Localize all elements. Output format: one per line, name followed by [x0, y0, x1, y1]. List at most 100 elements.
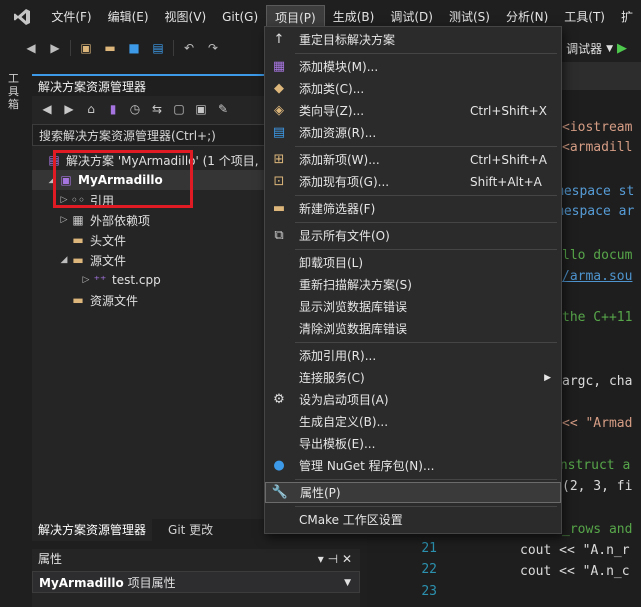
expanded-arrow-icon[interactable]: ◢: [58, 255, 70, 265]
menu-item-export-template[interactable]: 导出模板(E)...: [265, 433, 561, 454]
code-line: onstruct a: [552, 458, 631, 473]
collapsed-arrow-icon[interactable]: ▷: [58, 215, 70, 225]
forward-icon[interactable]: ▶: [46, 39, 64, 57]
menu-separator: [295, 195, 557, 196]
debugger-dropdown[interactable]: 调试器: [566, 40, 602, 57]
undo-icon[interactable]: ↶: [180, 39, 198, 57]
line-number: 22: [421, 562, 437, 577]
menu-item-show-all-files[interactable]: ⧉ 显示所有文件(O): [265, 225, 561, 246]
menu-item-add-new[interactable]: ⊞ 添加新项(W)... Ctrl+Shift+A: [265, 149, 561, 170]
add-module-icon: ▦: [272, 59, 286, 74]
collapsed-arrow-icon[interactable]: ▷: [80, 275, 92, 285]
menu-item-connected-services[interactable]: 连接服务(C) ▶: [265, 367, 561, 388]
back-icon[interactable]: ◀: [22, 39, 40, 57]
toolbox-tab[interactable]: 工具箱: [8, 72, 22, 111]
menu-item-clear-browse-errors[interactable]: 清除浏览数据库错误: [265, 318, 561, 339]
redo-icon[interactable]: ↷: [204, 39, 222, 57]
save-icon[interactable]: ■: [125, 39, 143, 57]
show-all-files-icon[interactable]: ▣: [192, 100, 210, 118]
add-resource-icon: ▤: [272, 125, 286, 140]
filter-folder-icon: ▬: [72, 293, 84, 307]
properties-object-select[interactable]: MyArmadillo 项目属性 ▼: [32, 571, 360, 593]
menu-view[interactable]: 视图(V): [157, 5, 215, 29]
properties-selected: MyArmadillo 项目属性: [39, 576, 176, 590]
code-line: <iostream: [562, 120, 633, 135]
menu-item-add-existing[interactable]: ⊡ 添加现有项(G)... Shift+Alt+A: [265, 171, 561, 192]
line-number: 23: [421, 584, 437, 599]
back-icon[interactable]: ◀: [38, 100, 56, 118]
properties-header: 属性 ▾ ⊣ ✕: [32, 549, 360, 569]
collapse-all-icon[interactable]: ▢: [170, 100, 188, 118]
menu-separator: [295, 222, 557, 223]
menu-item-add-module[interactable]: ▦ 添加模块(M)...: [265, 56, 561, 77]
menu-git[interactable]: Git(G): [214, 5, 266, 29]
toolbox-strip: 工具箱: [0, 62, 30, 607]
class-wizard-icon: ◈: [274, 103, 284, 118]
tree-label: 源文件: [90, 253, 127, 268]
properties-wrench-icon[interactable]: ✎: [214, 100, 232, 118]
code-line: << "Armad: [562, 416, 633, 431]
home-icon[interactable]: ⌂: [82, 100, 100, 118]
chevron-down-icon[interactable]: ▼: [606, 44, 613, 54]
open-folder-icon[interactable]: ▬: [101, 39, 119, 57]
code-line: (2, 3, fi: [562, 479, 633, 494]
menu-item-set-startup[interactable]: ⚙ 设为启动项目(A): [265, 389, 561, 410]
tree-label: 头文件: [90, 233, 127, 248]
shortcut-label: Shift+Alt+A: [470, 174, 542, 189]
menu-separator: [295, 146, 557, 147]
menu-file[interactable]: 文件(F): [43, 5, 99, 29]
sync-icon[interactable]: ⇆: [148, 100, 166, 118]
menu-item-retarget-solution[interactable]: ↑ 重定目标解决方案: [265, 29, 561, 50]
filter-folder-icon: ▬: [72, 233, 84, 247]
history-icon[interactable]: ◷: [126, 100, 144, 118]
window-position-icon[interactable]: ▾: [318, 552, 324, 566]
red-highlight-annotation: [53, 150, 193, 208]
visual-studio-logo-icon[interactable]: [0, 0, 43, 34]
new-filter-folder-icon: ▬: [272, 201, 286, 216]
code-line: argc, cha: [562, 374, 633, 389]
menu-separator: [295, 249, 557, 250]
menu-item-add-resource[interactable]: ▤ 添加资源(R)...: [265, 122, 561, 143]
chevron-down-icon: ▼: [344, 578, 351, 588]
pin-icon[interactable]: ⊣: [328, 552, 338, 566]
menu-item-unload-project[interactable]: 卸载项目(L): [265, 252, 561, 273]
code-line: /arma.sou: [562, 269, 633, 284]
debugger-group: 调试器 ▼ ▶: [566, 40, 627, 57]
tab-solution-explorer[interactable]: 解决方案资源管理器: [32, 519, 153, 541]
menu-item-cmake-settings[interactable]: CMake 工作区设置: [265, 509, 561, 530]
tree-label: test.cpp: [112, 273, 161, 287]
menu-extensions[interactable]: 扩: [613, 5, 641, 29]
arrow-up-icon: ↑: [273, 32, 285, 47]
menu-tools[interactable]: 工具(T): [556, 5, 613, 29]
switch-views-icon[interactable]: ▮: [104, 100, 122, 118]
code-line: llo docum: [562, 248, 633, 263]
menu-item-build-customizations[interactable]: 生成自定义(B)...: [265, 411, 561, 432]
menu-item-class-wizard[interactable]: ◈ 类向导(Z)... Ctrl+Shift+X: [265, 100, 561, 121]
toolbar-divider: [70, 40, 71, 56]
submenu-arrow-icon: ▶: [544, 372, 551, 383]
menu-item-add-class[interactable]: ◆ 添加类(C)...: [265, 78, 561, 99]
save-all-icon[interactable]: ▤: [149, 39, 167, 57]
menu-item-manage-nuget[interactable]: ● 管理 NuGet 程序包(N)...: [265, 455, 561, 476]
menu-item-add-reference[interactable]: 添加引用(R)...: [265, 345, 561, 366]
code-line: cout << "A.n_r: [520, 543, 630, 558]
filter-folder-icon: ▬: [72, 253, 84, 267]
new-project-icon[interactable]: ▣: [77, 39, 95, 57]
project-menu-dropdown: ↑ 重定目标解决方案 ▦ 添加模块(M)... ◆ 添加类(C)... ◈ 类向…: [264, 26, 562, 534]
forward-icon[interactable]: ▶: [60, 100, 78, 118]
menu-item-show-browse-errors[interactable]: 显示浏览数据库错误: [265, 296, 561, 317]
code-line: cout << "A.n_c: [520, 564, 630, 579]
menu-item-rescan-solution[interactable]: 重新扫描解决方案(S): [265, 274, 561, 295]
code-line: mespace st: [556, 184, 635, 199]
shortcut-label: Ctrl+Shift+A: [470, 152, 547, 167]
start-debug-icon[interactable]: ▶: [617, 41, 627, 56]
nuget-icon: ●: [273, 458, 285, 473]
cpp-file-icon: ⁺⁺: [93, 273, 107, 287]
close-icon[interactable]: ✕: [342, 552, 352, 566]
menu-item-properties[interactable]: 🔧 属性(P): [265, 482, 561, 503]
tab-git-changes[interactable]: Git 更改: [162, 519, 219, 541]
shortcut-label: Ctrl+Shift+X: [470, 103, 547, 118]
properties-controls: ▾ ⊣ ✕: [318, 549, 352, 569]
menu-item-new-filter[interactable]: ▬ 新建筛选器(F): [265, 198, 561, 219]
menu-edit[interactable]: 编辑(E): [100, 5, 157, 29]
